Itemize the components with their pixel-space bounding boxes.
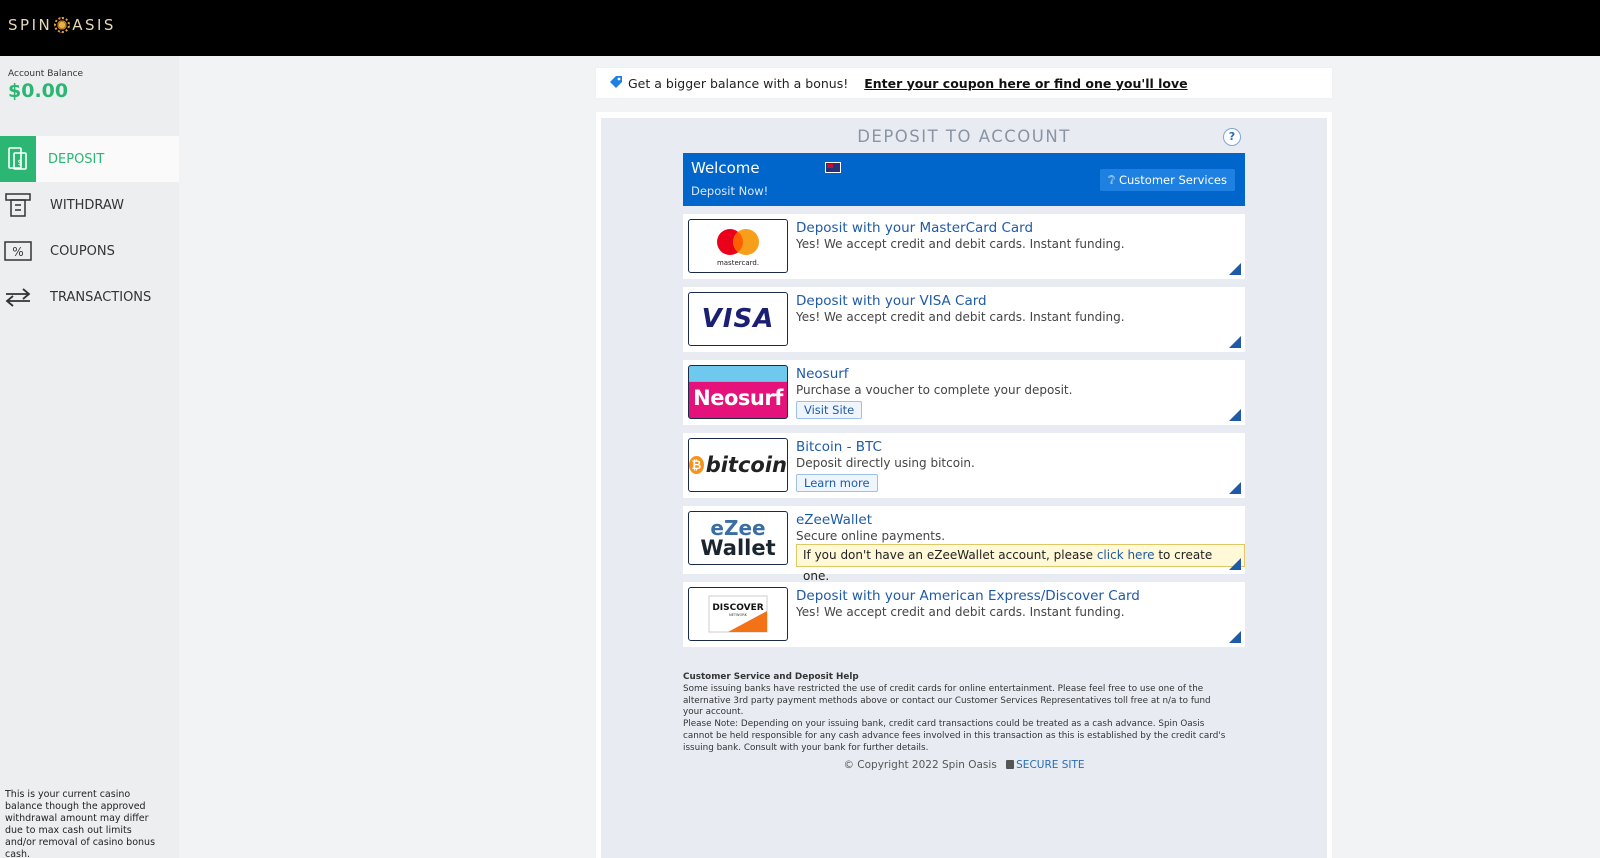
deposit-method-discover[interactable]: DISCOVER NETWORK Deposit with your Ameri…: [683, 582, 1245, 647]
sidebar-nav: $ DEPOSIT WITHDRAW % COUPONS TRANSACTION…: [0, 136, 179, 320]
deposit-panel: DEPOSIT TO ACCOUNT ? Welcome Deposit Now…: [601, 118, 1327, 858]
deposit-icon: $: [0, 136, 36, 182]
discover-logo-subtext: NETWORK: [729, 613, 748, 617]
sidebar-item-label: TRANSACTIONS: [50, 289, 152, 305]
help-paragraph-2: Please Note: Depending on your issuing b…: [683, 719, 1226, 753]
coupon-link[interactable]: Enter your coupon here or find one you'l…: [864, 76, 1187, 91]
method-description: Yes! We accept credit and debit cards. I…: [796, 310, 1125, 324]
account-balance-value: $0.00: [8, 80, 69, 102]
ezeewallet-logo-text-bottom: Wallet: [700, 536, 776, 560]
svg-text:$: $: [17, 158, 22, 167]
method-description: Purchase a voucher to complete your depo…: [796, 383, 1073, 397]
help-icon[interactable]: ?: [1223, 128, 1241, 146]
welcome-title: Welcome: [691, 159, 760, 177]
neosurf-logo-text: Neosurf: [693, 386, 783, 410]
method-description: Deposit directly using bitcoin.: [796, 456, 975, 470]
mastercard-logo: mastercard.: [688, 219, 788, 273]
tag-icon: [608, 74, 624, 93]
logo-text-oasis: ASIS: [72, 16, 116, 34]
coupon-icon: %: [0, 228, 36, 274]
corner-arrow-icon: [1229, 263, 1241, 275]
method-title: Deposit with your VISA Card: [796, 293, 987, 309]
flag-icon[interactable]: [825, 162, 841, 173]
help-paragraph-1: Some issuing banks have restricted the u…: [683, 683, 1211, 718]
svg-text:%: %: [12, 245, 23, 259]
welcome-subtitle: Deposit Now!: [691, 184, 769, 198]
method-title: Bitcoin - BTC: [796, 439, 882, 455]
method-title: Deposit with your American Express/Disco…: [796, 588, 1140, 604]
top-bar: SPIN ASIS: [0, 0, 1600, 56]
deposit-method-visa[interactable]: VISA Deposit with your VISA Card Yes! We…: [683, 287, 1245, 352]
corner-arrow-icon: [1229, 409, 1241, 421]
welcome-banner: Welcome Deposit Now! ❔︎ Customer Service…: [683, 153, 1245, 206]
mastercard-logo-text: mastercard.: [717, 259, 759, 267]
ezeewallet-signup-note: If you don't have an eZeeWallet account,…: [796, 544, 1245, 583]
bitcoin-symbol-icon: ₿: [689, 456, 704, 474]
secure-site-label: SECURE SITE: [1016, 759, 1085, 771]
question-circle-icon: ❔︎: [1108, 173, 1116, 187]
method-description: Yes! We accept credit and debit cards. I…: [796, 237, 1125, 251]
sidebar-item-transactions[interactable]: TRANSACTIONS: [0, 274, 179, 320]
transfer-arrows-icon: [0, 274, 36, 320]
coupon-bar: Get a bigger balance with a bonus! Enter…: [596, 68, 1332, 98]
footer-copyright: © Copyright 2022 Spin Oasis SECURE SITE: [601, 759, 1327, 771]
help-heading: Customer Service and Deposit Help: [683, 672, 859, 682]
corner-arrow-icon: [1229, 631, 1241, 643]
method-description: Secure online payments.: [796, 529, 946, 543]
neosurf-logo: Neosurf: [688, 365, 788, 419]
ezeewallet-logo-text-top: eZee: [710, 516, 766, 540]
method-title: Neosurf: [796, 366, 849, 382]
logo-text-spin: SPIN: [8, 16, 53, 34]
deposit-help-text: Customer Service and Deposit Help Some i…: [683, 672, 1233, 755]
customer-services-button[interactable]: ❔︎ Customer Services: [1100, 169, 1235, 191]
discover-logo-text: DISCOVER: [712, 603, 763, 613]
discover-logo: DISCOVER NETWORK: [688, 587, 788, 641]
coupon-promo-text: Get a bigger balance with a bonus!: [628, 75, 849, 91]
note-prefix: If you don't have an eZeeWallet account,…: [803, 548, 1097, 562]
deposit-method-ezeewallet[interactable]: eZee Wallet eZeeWallet Secure online pay…: [683, 506, 1245, 583]
sidebar-item-label: WITHDRAW: [50, 197, 124, 213]
method-description: Yes! We accept credit and debit cards. I…: [796, 605, 1125, 619]
copyright-text: © Copyright 2022 Spin Oasis: [843, 759, 997, 771]
corner-arrow-icon: [1229, 558, 1241, 570]
sidebar-item-coupons[interactable]: % COUPONS: [0, 228, 179, 274]
corner-arrow-icon: [1229, 482, 1241, 494]
method-title: eZeeWallet: [796, 512, 873, 528]
balance-note: This is your current casino balance thou…: [5, 789, 156, 858]
click-here-link[interactable]: click here: [1097, 548, 1155, 562]
atm-icon: [0, 182, 36, 228]
deposit-method-bitcoin[interactable]: ₿ bitcoin Bitcoin - BTC Deposit directly…: [683, 433, 1245, 498]
sidebar-item-deposit[interactable]: $ DEPOSIT: [0, 136, 179, 182]
sidebar-item-label: DEPOSIT: [48, 151, 105, 167]
sidebar-item-label: COUPONS: [50, 243, 115, 259]
lock-icon: [1006, 760, 1015, 769]
sidebar: Account Balance $0.00 $ DEPOSIT WITHDRAW…: [0, 56, 179, 858]
method-title: Deposit with your MasterCard Card: [796, 220, 1034, 236]
visa-logo: VISA: [688, 292, 788, 346]
visit-site-button[interactable]: Visit Site: [796, 401, 863, 419]
account-balance-label: Account Balance: [8, 69, 84, 79]
panel-title: DEPOSIT TO ACCOUNT: [857, 127, 1071, 146]
bitcoin-logo-text: bitcoin: [705, 453, 787, 477]
customer-services-label: Customer Services: [1118, 173, 1227, 187]
sidebar-item-withdraw[interactable]: WITHDRAW: [0, 182, 179, 228]
learn-more-button[interactable]: Learn more: [796, 474, 878, 492]
visa-logo-text: VISA: [701, 304, 775, 334]
deposit-method-mastercard[interactable]: mastercard. Deposit with your MasterCard…: [683, 214, 1245, 279]
sun-icon: [54, 17, 71, 33]
corner-arrow-icon: [1229, 336, 1241, 348]
deposit-method-neosurf[interactable]: Neosurf Neosurf Purchase a voucher to co…: [683, 360, 1245, 425]
brand-logo[interactable]: SPIN ASIS: [8, 16, 116, 34]
bitcoin-logo: ₿ bitcoin: [688, 438, 788, 492]
ezeewallet-logo: eZee Wallet: [688, 511, 788, 565]
